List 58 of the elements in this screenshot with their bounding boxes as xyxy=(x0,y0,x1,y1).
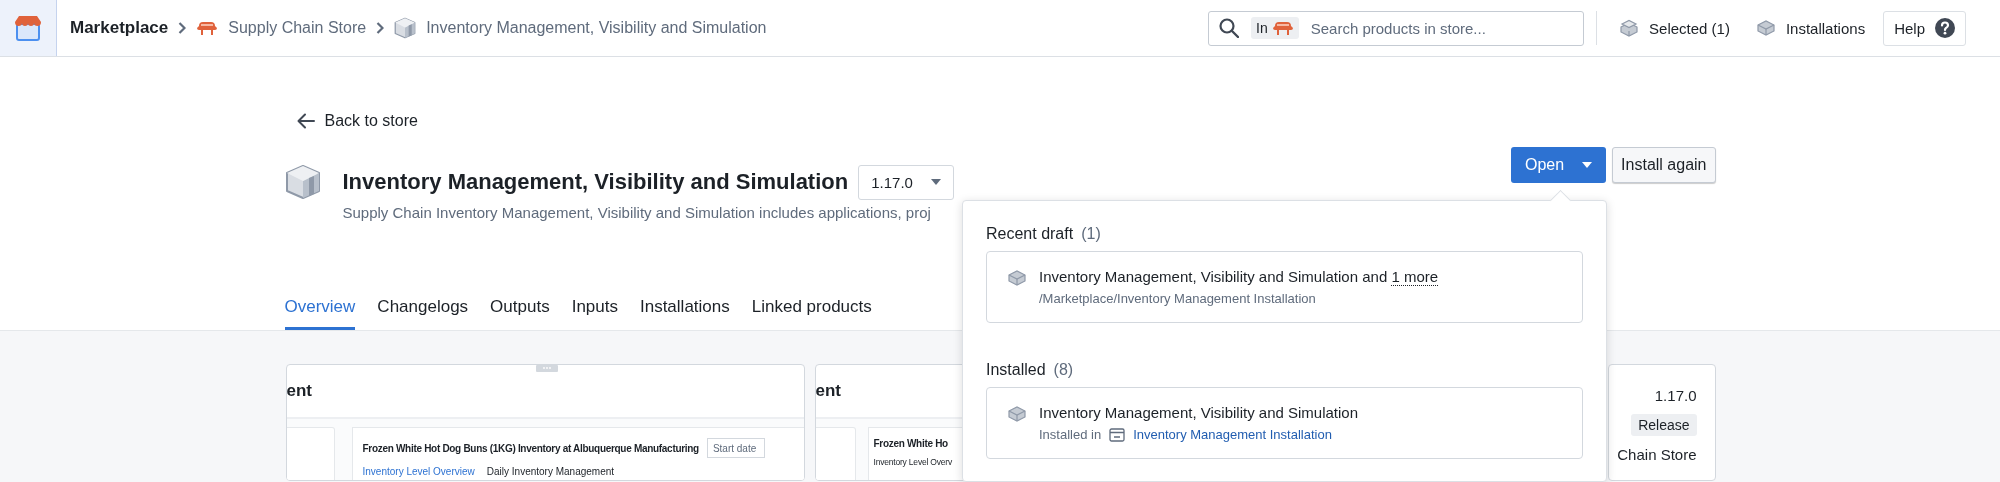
section-title: Installed xyxy=(986,361,1046,379)
caret-down-icon xyxy=(1582,162,1593,168)
tab[interactable]: Installations xyxy=(639,297,730,330)
tray-icon xyxy=(1109,427,1126,442)
item-path: /Marketplace/Inventory Management Installation xyxy=(1039,291,1317,306)
screenshot-heading: ent xyxy=(286,381,312,401)
screenshot-heading: ent xyxy=(815,381,841,401)
panel-title: Frozen White Hot Dog Buns (1KG) Inventory at Albuquerque Manufacturing xyxy=(362,442,699,454)
panel-view-label: Inventory Level Overv xyxy=(873,457,952,469)
installation-item[interactable]: Inventory Management, Visibility and Simulation and 1 more /Marketplace/Inventory Management Installation xyxy=(986,251,1583,323)
box-stack-icon xyxy=(1007,270,1027,286)
more-link[interactable]: 1 more xyxy=(1391,268,1439,286)
app-name[interactable]: Marketplace xyxy=(70,18,169,38)
section-title: Recent draft xyxy=(986,225,1074,243)
product-description: Supply Chain Inventory Management, Visibility and Simulation includes applications, proj xyxy=(342,204,932,221)
panel-view-label: Inventory Level Overview xyxy=(362,466,475,480)
tab[interactable]: Changelogs xyxy=(377,297,469,330)
section-count: (8) xyxy=(1053,361,1074,379)
install-again-button[interactable]: Install again xyxy=(1612,147,1716,183)
scope-label: In xyxy=(1256,20,1268,36)
box-stack-icon xyxy=(1619,19,1640,37)
open-button[interactable]: Open xyxy=(1510,147,1607,183)
product-title: Inventory Management, Visibility and Simulation xyxy=(342,169,849,195)
tab[interactable]: Linked products xyxy=(751,297,872,330)
back-link[interactable]: Back to store xyxy=(296,112,418,130)
caret-down-icon xyxy=(930,179,941,185)
search-field[interactable]: In Search products in store... xyxy=(1208,10,1585,46)
installations-button[interactable]: Installations xyxy=(1747,13,1874,43)
panel-title: Frozen White Ho xyxy=(873,438,948,449)
chevron-right-icon xyxy=(178,22,187,34)
panel-view-label: Daily Inventory Management xyxy=(486,466,615,479)
section-count: (1) xyxy=(1081,225,1101,243)
version-label: 1.17.0 xyxy=(1654,387,1697,404)
tab[interactable]: Inputs xyxy=(571,297,618,330)
store-logo-icon xyxy=(13,14,43,42)
installed-in-label: Installed in xyxy=(1039,427,1102,442)
box-icon xyxy=(1755,20,1776,36)
help-button[interactable]: Help xyxy=(1883,10,1966,46)
selected-button[interactable]: Selected (1) xyxy=(1611,13,1738,43)
tab[interactable]: Outputs xyxy=(490,297,550,330)
breadcrumb-label[interactable]: Supply Chain Store xyxy=(228,19,367,37)
help-icon xyxy=(1935,18,1955,38)
app-logo[interactable] xyxy=(0,0,57,56)
release-tag: Release xyxy=(1631,414,1697,436)
box-icon xyxy=(1007,406,1027,422)
arrow-left-icon xyxy=(296,113,315,129)
installation-link[interactable]: Inventory Management Installation xyxy=(1133,427,1332,442)
store-name: Chain Store xyxy=(1617,446,1697,463)
product-cube-icon xyxy=(284,164,321,200)
item-title: Inventory Management, Visibility and Simulation xyxy=(1039,404,1359,421)
search-icon xyxy=(1219,18,1240,38)
cube-icon xyxy=(394,17,417,39)
breadcrumb-label[interactable]: Inventory Management, Visibility and Simulation xyxy=(426,19,767,37)
installation-item[interactable]: Inventory Management, Visibility and Simulation Installed in Inventory Management Installation xyxy=(986,387,1583,459)
item-title: Inventory Management, Visibility and Simulation and 1 more xyxy=(1039,268,1439,285)
version-dropdown[interactable]: 1.17.0 xyxy=(858,164,954,200)
date-field[interactable]: Start date xyxy=(706,438,765,458)
chevron-right-icon xyxy=(376,22,385,34)
